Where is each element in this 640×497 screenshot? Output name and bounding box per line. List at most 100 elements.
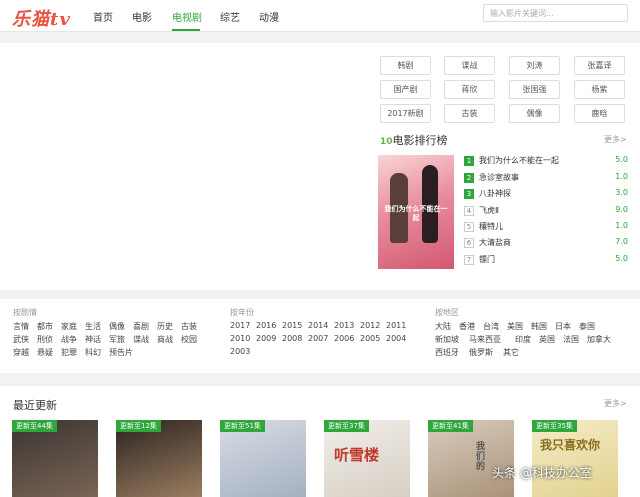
filter-option[interactable]: 2005 <box>360 334 380 343</box>
filter-option[interactable]: 其它 <box>503 347 519 358</box>
tag-button[interactable]: 偶像 <box>509 104 560 123</box>
filter-option[interactable]: 2017 <box>230 321 250 330</box>
rank-title[interactable]: 我们为什么不能在一起 <box>479 155 559 166</box>
filter-option[interactable]: 穿越 <box>13 347 29 358</box>
filter-option[interactable]: 历史 <box>157 321 173 332</box>
filter-option[interactable]: 犯罪 <box>61 347 77 358</box>
featured-poster[interactable]: 我们为什么不能在一起 <box>378 155 454 269</box>
filter-option[interactable]: 美国 <box>507 321 523 332</box>
rank-title[interactable]: 穰特儿 <box>479 221 503 232</box>
rank-title[interactable]: 大清盐商 <box>479 237 511 248</box>
top-header: 乐猫tv 首页 电影 电视剧 综艺 动漫 输入影片关键词... <box>0 0 640 32</box>
show-card[interactable]: 更新至41集 我们的 <box>428 420 514 497</box>
filter-option[interactable]: 生活 <box>85 321 101 332</box>
tag-button[interactable]: 张国强 <box>509 80 560 99</box>
filter-option[interactable]: 印度 <box>515 334 531 345</box>
show-card[interactable]: 更新至37集 听雪楼 <box>324 420 410 497</box>
show-card[interactable]: 更新至51集 <box>220 420 306 497</box>
filter-option[interactable]: 新加坡 <box>435 334 459 345</box>
filter-option[interactable]: 商战 <box>157 334 173 345</box>
filter-option[interactable]: 预告片 <box>109 347 133 358</box>
filter-option[interactable]: 韩国 <box>531 321 547 332</box>
ranking-row[interactable]: 1 我们为什么不能在一起 5.0 <box>464 155 630 169</box>
tag-button[interactable]: 国产剧 <box>380 80 431 99</box>
show-card[interactable]: 更新至44集 <box>12 420 98 497</box>
filter-option[interactable]: 2008 <box>282 334 302 343</box>
rank-title[interactable]: 急诊室故事 <box>479 172 519 183</box>
ranking-row[interactable]: 2 急诊室故事 1.0 <box>464 172 630 186</box>
filter-option[interactable]: 2016 <box>256 321 276 330</box>
filter-option[interactable]: 刑侦 <box>37 334 53 345</box>
filter-option[interactable]: 2014 <box>308 321 328 330</box>
rank-title[interactable]: 飞虎Ⅱ <box>479 205 499 216</box>
filter-option[interactable]: 校园 <box>181 334 197 345</box>
recent-more-link[interactable]: 更多> <box>604 398 627 409</box>
filter-option[interactable]: 喜剧 <box>133 321 149 332</box>
ranking-row[interactable]: 7 镖门 5.0 <box>464 254 630 268</box>
ranking-more-link[interactable]: 更多> <box>604 134 627 145</box>
tag-button[interactable]: 张嘉译 <box>574 56 625 75</box>
tag-button[interactable]: 古装 <box>444 104 495 123</box>
filter-option[interactable]: 2009 <box>256 334 276 343</box>
filter-option[interactable]: 偶像 <box>109 321 125 332</box>
tag-button[interactable]: 杨紫 <box>574 80 625 99</box>
tag-button[interactable]: 2017新剧 <box>380 104 431 123</box>
filter-option[interactable]: 科幻 <box>85 347 101 358</box>
rank-title[interactable]: 镖门 <box>479 254 495 265</box>
filter-option[interactable]: 日本 <box>555 321 571 332</box>
show-card[interactable]: 更新至12集 <box>116 420 202 497</box>
filter-option[interactable]: 马来西亚 <box>469 334 501 345</box>
nav-variety[interactable]: 综艺 <box>220 9 240 24</box>
filter-option[interactable]: 2013 <box>334 321 354 330</box>
filter-option[interactable]: 英国 <box>539 334 555 345</box>
search-input[interactable]: 输入影片关键词... <box>483 4 628 22</box>
filter-option[interactable]: 战争 <box>61 334 77 345</box>
filter-option[interactable]: 2004 <box>386 334 406 343</box>
filter-option[interactable]: 西班牙 <box>435 347 459 358</box>
nav-home[interactable]: 首页 <box>93 9 113 24</box>
filter-option[interactable]: 言情 <box>13 321 29 332</box>
site-logo[interactable]: 乐猫tv <box>12 5 71 31</box>
filter-option[interactable]: 都市 <box>37 321 53 332</box>
filter-option[interactable]: 2006 <box>334 334 354 343</box>
tag-button[interactable]: 谍战 <box>444 56 495 75</box>
episode-badge: 更新至41集 <box>428 420 473 432</box>
filter-option[interactable]: 古装 <box>181 321 197 332</box>
rank-score: 9.0 <box>615 205 628 214</box>
ranking-title: 10电影排行榜 <box>380 132 448 148</box>
rank-title[interactable]: 八卦神探 <box>479 188 511 199</box>
filter-option[interactable]: 家庭 <box>61 321 77 332</box>
filter-option[interactable]: 武侠 <box>13 334 29 345</box>
filter-option[interactable]: 2011 <box>386 321 406 330</box>
filter-option[interactable]: 加拿大 <box>587 334 611 345</box>
tag-button[interactable]: 蒋欣 <box>444 80 495 99</box>
poster-title: 我们的 <box>476 442 486 472</box>
filter-option[interactable]: 台湾 <box>483 321 499 332</box>
filter-option[interactable]: 谍战 <box>133 334 149 345</box>
show-card[interactable]: 更新至35集 我只喜欢你 <box>532 420 618 497</box>
filter-option[interactable]: 2003 <box>230 347 250 356</box>
ranking-row[interactable]: 5 穰特儿 1.0 <box>464 221 630 235</box>
ranking-row[interactable]: 6 大清盐商 7.0 <box>464 237 630 251</box>
ranking-row[interactable]: 4 飞虎Ⅱ 9.0 <box>464 205 630 219</box>
nav-anime[interactable]: 动漫 <box>259 9 279 24</box>
nav-movies[interactable]: 电影 <box>132 9 152 24</box>
filter-option[interactable]: 2012 <box>360 321 380 330</box>
filter-option[interactable]: 2015 <box>282 321 302 330</box>
ranking-row[interactable]: 3 八卦神探 3.0 <box>464 188 630 202</box>
tag-button[interactable]: 韩剧 <box>380 56 431 75</box>
filter-option[interactable]: 大陆 <box>435 321 451 332</box>
nav-tv-series[interactable]: 电视剧 <box>172 9 202 24</box>
filter-option[interactable]: 神话 <box>85 334 101 345</box>
filter-option[interactable]: 法国 <box>563 334 579 345</box>
filter-option[interactable]: 香港 <box>459 321 475 332</box>
filter-option[interactable]: 俄罗斯 <box>469 347 493 358</box>
filter-option[interactable]: 泰国 <box>579 321 595 332</box>
tag-button[interactable]: 鹿晗 <box>574 104 625 123</box>
tag-button[interactable]: 刘涛 <box>509 56 560 75</box>
filter-option[interactable]: 军旅 <box>109 334 125 345</box>
filter-option[interactable]: 2010 <box>230 334 250 343</box>
filter-option[interactable]: 悬疑 <box>37 347 53 358</box>
top10-logo-icon: 10 <box>380 137 393 147</box>
filter-option[interactable]: 2007 <box>308 334 328 343</box>
